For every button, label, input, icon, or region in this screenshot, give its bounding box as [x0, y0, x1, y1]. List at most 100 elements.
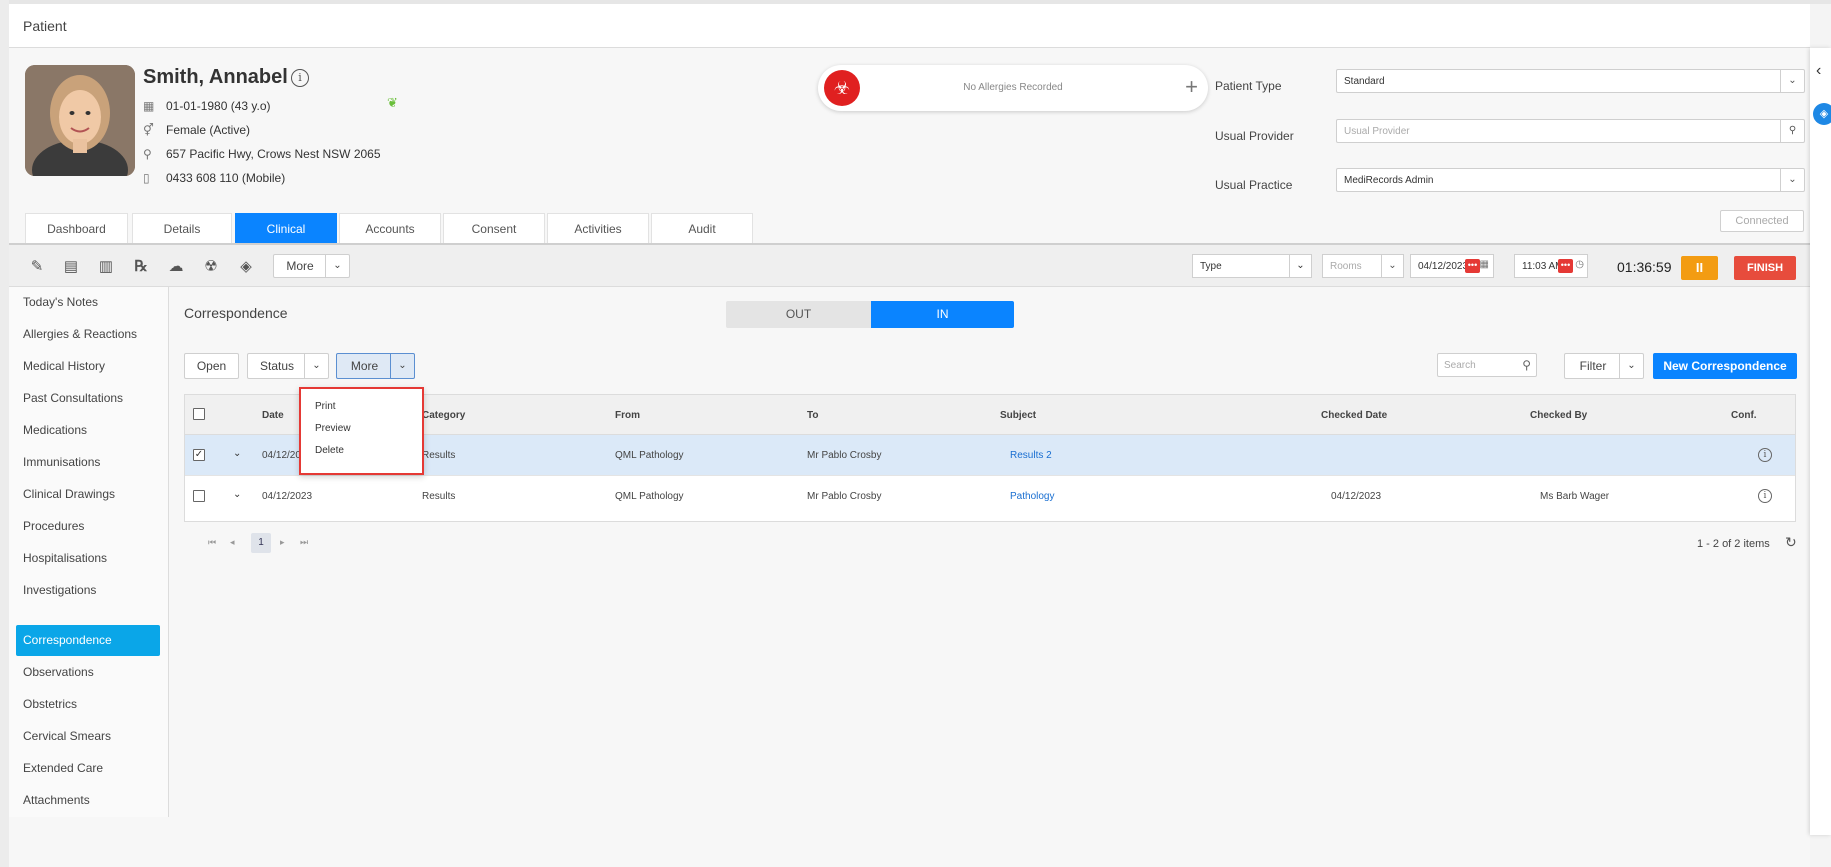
sidebar-item-todays-notes[interactable]: Today's Notes [16, 287, 160, 318]
rooms-select[interactable]: Rooms ⌄ [1322, 254, 1404, 278]
sidebar-item-clinical-drawings[interactable]: Clinical Drawings [16, 479, 160, 510]
column-checked-by[interactable]: Checked By [1530, 410, 1587, 421]
sidebar-item-observations[interactable]: Observations [16, 657, 160, 688]
tab-dashboard[interactable]: Dashboard [25, 213, 128, 243]
calendar-icon[interactable]: ▦ [1480, 259, 1489, 270]
chevron-down-icon[interactable]: ⌄ [325, 255, 349, 277]
usual-practice-select[interactable]: MediRecords Admin ⌄ [1336, 168, 1805, 192]
chevron-down-icon[interactable]: ⌄ [1289, 255, 1311, 277]
column-date[interactable]: Date [262, 410, 284, 421]
row-checkbox[interactable] [193, 490, 205, 502]
chevron-down-icon[interactable]: ⌄ [390, 354, 414, 378]
more-button[interactable]: More ⌄ [336, 353, 415, 379]
chevron-down-icon[interactable]: ⌄ [1780, 169, 1804, 191]
chevron-left-icon[interactable]: ‹ [1816, 62, 1821, 80]
time-input[interactable]: 11:03 AM ••• ◷ [1514, 254, 1588, 278]
add-allergy-icon[interactable]: + [1185, 74, 1198, 100]
toggle-out[interactable]: OUT [726, 301, 871, 328]
row-subject-link[interactable]: Pathology [1010, 491, 1054, 502]
row-subject-link[interactable]: Results 2 [1010, 450, 1052, 461]
chevron-down-icon[interactable]: ⌄ [1381, 255, 1403, 277]
chart-doc-icon[interactable]: ▥ [96, 257, 116, 275]
chevron-down-icon[interactable]: ⌄ [304, 354, 328, 378]
row-to: Mr Pablo Crosby [807, 491, 882, 502]
status-label: Status [259, 359, 295, 373]
sidebar-item-immunisations[interactable]: Immunisations [16, 447, 160, 478]
next-page-icon[interactable]: ▸ [280, 537, 285, 548]
info-icon[interactable]: i [1758, 448, 1772, 462]
table-row[interactable]: ⌄ 04/12/2023 Results QML Pathology Mr Pa… [185, 476, 1795, 517]
radiation-icon[interactable]: ☢ [201, 257, 221, 275]
column-category[interactable]: Category [422, 410, 465, 421]
column-to[interactable]: To [807, 410, 818, 421]
date-input[interactable]: 04/12/2023 ••• ▦ [1410, 254, 1494, 278]
education-icon[interactable]: ◈ [236, 257, 256, 275]
sidebar-item-medications[interactable]: Medications [16, 415, 160, 446]
toolbar-more-button[interactable]: More ⌄ [273, 254, 350, 278]
connected-button[interactable]: Connected [1720, 210, 1804, 232]
filter-button[interactable]: Filter ⌄ [1564, 353, 1644, 379]
sidebar-item-procedures[interactable]: Procedures [16, 511, 160, 542]
tab-audit[interactable]: Audit [651, 213, 753, 243]
pause-button[interactable]: II [1681, 256, 1718, 280]
chevron-down-icon[interactable]: ⌄ [1619, 354, 1643, 378]
usual-practice-value: MediRecords Admin [1344, 175, 1434, 186]
prescription-icon[interactable]: ℞ [131, 257, 151, 275]
refresh-icon[interactable]: ↻ [1785, 534, 1797, 551]
menu-item-preview[interactable]: Preview [315, 423, 351, 434]
search-icon[interactable]: ⚲ [1522, 358, 1531, 372]
tag-icon[interactable]: ◈ [1813, 103, 1831, 125]
chevron-down-icon[interactable]: ⌄ [1780, 70, 1804, 92]
info-icon[interactable]: i [291, 69, 309, 87]
edit-note-icon[interactable]: ✎ [27, 257, 47, 275]
page-number[interactable]: 1 [251, 533, 271, 553]
open-button[interactable]: Open [184, 353, 239, 379]
new-correspondence-button[interactable]: New Correspondence [1653, 353, 1797, 379]
expand-chevron-icon[interactable]: ⌄ [233, 489, 241, 500]
sidebar-item-cervical-smears[interactable]: Cervical Smears [16, 721, 160, 752]
patient-type-select[interactable]: Standard ⌄ [1336, 69, 1805, 93]
column-checked-date[interactable]: Checked Date [1321, 410, 1387, 421]
table-row[interactable]: ✓ ⌄ 04/12/2023 Results QML Pathology Mr … [185, 435, 1795, 476]
cloud-icon[interactable]: ☁ [166, 257, 186, 275]
menu-item-delete[interactable]: Delete [315, 445, 344, 456]
tab-activities[interactable]: Activities [547, 213, 649, 243]
sidebar-item-allergies[interactable]: Allergies & Reactions [16, 319, 160, 350]
usual-provider-input[interactable]: Usual Provider ⚲ [1336, 119, 1805, 143]
expand-chevron-icon[interactable]: ⌄ [233, 448, 241, 459]
leaf-icon: ❦ [387, 95, 398, 110]
sidebar-item-attachments[interactable]: Attachments [16, 785, 160, 816]
tab-consent[interactable]: Consent [443, 213, 545, 243]
search-input[interactable]: Search ⚲ [1437, 353, 1537, 377]
sidebar-item-medical-history[interactable]: Medical History [16, 351, 160, 382]
sidebar-item-hospitalisations[interactable]: Hospitalisations [16, 543, 160, 574]
sidebar-item-correspondence[interactable]: Correspondence [16, 625, 160, 656]
column-subject[interactable]: Subject [1000, 410, 1036, 421]
menu-item-print[interactable]: Print [315, 401, 336, 412]
document-icon[interactable]: ▤ [61, 257, 81, 275]
sidebar-item-investigations[interactable]: Investigations [16, 575, 160, 606]
row-checkbox[interactable]: ✓ [193, 449, 205, 461]
first-page-icon[interactable]: ⏮ [208, 537, 216, 548]
column-conf[interactable]: Conf. [1731, 410, 1757, 421]
info-icon[interactable]: i [1758, 489, 1772, 503]
allergy-banner[interactable]: ☣ No Allergies Recorded + [818, 65, 1208, 111]
clock-icon[interactable]: ◷ [1575, 259, 1584, 270]
search-icon[interactable]: ⚲ [1780, 120, 1804, 142]
sidebar-item-past-consultations[interactable]: Past Consultations [16, 383, 160, 414]
prev-page-icon[interactable]: ◂ [230, 537, 235, 548]
status-button[interactable]: Status ⌄ [247, 353, 329, 379]
finish-button[interactable]: FINISH [1734, 256, 1796, 280]
tab-clinical[interactable]: Clinical [235, 213, 337, 243]
tab-details[interactable]: Details [132, 213, 232, 243]
patient-dob: 01-01-1980 (43 y.o) [166, 99, 271, 113]
sidebar-item-obstetrics[interactable]: Obstetrics [16, 689, 160, 720]
last-page-icon[interactable]: ⏭ [300, 537, 308, 548]
rooms-placeholder: Rooms [1330, 261, 1362, 272]
type-select[interactable]: Type ⌄ [1192, 254, 1312, 278]
tab-accounts[interactable]: Accounts [339, 213, 441, 243]
toggle-in[interactable]: IN [871, 301, 1014, 328]
column-from[interactable]: From [615, 410, 640, 421]
sidebar-item-extended-care[interactable]: Extended Care [16, 753, 160, 784]
select-all-checkbox[interactable] [193, 408, 205, 420]
